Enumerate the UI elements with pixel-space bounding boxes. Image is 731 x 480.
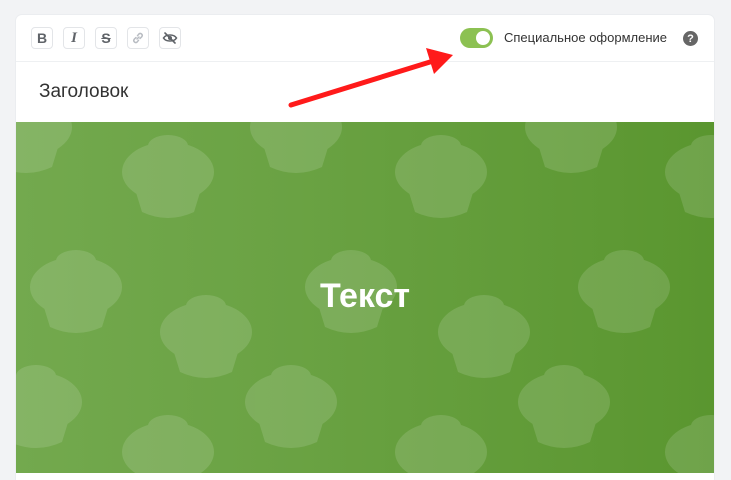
hide-button[interactable] xyxy=(159,27,181,49)
special-design-label: Специальное оформление xyxy=(504,30,668,45)
title-input[interactable] xyxy=(16,62,714,122)
special-design-toggle[interactable] xyxy=(460,28,493,48)
editor-card: B I S Специальное оформление ? Заголовок… xyxy=(16,15,714,480)
bold-button[interactable]: B xyxy=(31,27,53,49)
styled-banner[interactable]: Текст xyxy=(16,122,714,473)
banner-text[interactable]: Текст xyxy=(16,277,714,316)
link-button[interactable] xyxy=(127,27,149,49)
format-toolbar: B I S Специальное оформление ? xyxy=(16,15,714,62)
italic-icon: I xyxy=(71,29,77,46)
strikethrough-icon: S xyxy=(101,30,111,46)
help-symbol: ? xyxy=(687,32,694,45)
strikethrough-button[interactable]: S xyxy=(95,27,117,49)
italic-button[interactable]: I xyxy=(63,27,85,49)
link-icon xyxy=(133,32,143,44)
hide-eye-icon xyxy=(162,32,178,44)
toggle-knob xyxy=(476,31,490,45)
bold-icon: B xyxy=(36,30,48,46)
help-icon[interactable]: ? xyxy=(683,31,698,46)
